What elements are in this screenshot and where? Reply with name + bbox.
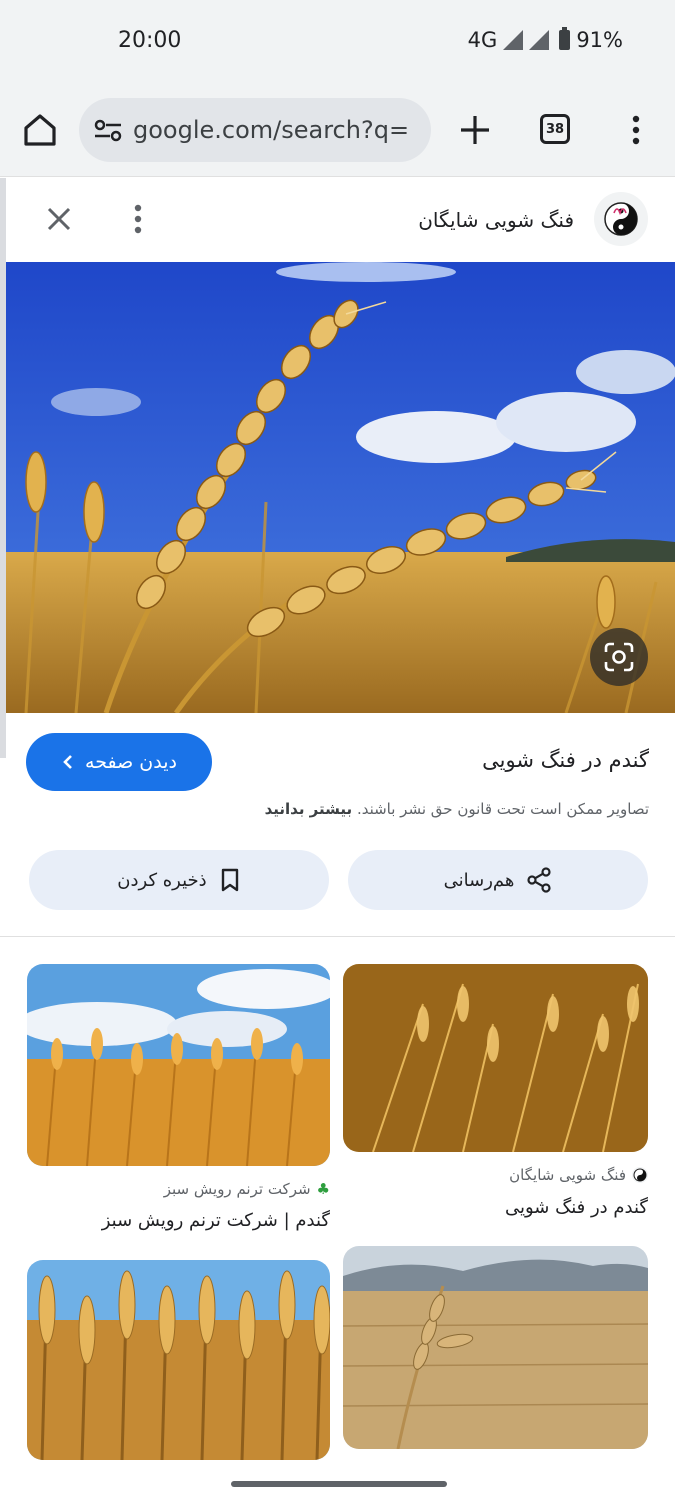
section-divider xyxy=(0,936,675,937)
plus-icon xyxy=(461,116,489,144)
signal-icon xyxy=(503,30,524,50)
battery-level: 91% xyxy=(576,28,623,52)
image-panel-header: فنگ شویی شایگان xyxy=(0,178,675,262)
gesture-nav-bar[interactable] xyxy=(231,1481,447,1487)
home-icon xyxy=(24,114,56,146)
tune-icon[interactable] xyxy=(93,117,123,143)
copyright-text: تصاویر ممکن است تحت قانون حق نشر باشند. xyxy=(356,800,649,818)
result-title[interactable]: گندم | شرکت ترنم رویش سبز xyxy=(102,1210,330,1231)
yin-yang-logo-icon xyxy=(632,1167,648,1183)
main-image[interactable] xyxy=(6,262,675,713)
wheat-thumbnail-4 xyxy=(27,1260,330,1460)
close-button[interactable] xyxy=(40,200,78,238)
bookmark-icon xyxy=(221,868,238,892)
lens-button[interactable] xyxy=(590,628,648,686)
signal-icon-2 xyxy=(529,30,550,50)
battery-icon xyxy=(559,27,571,50)
result-thumbnail[interactable] xyxy=(343,964,648,1152)
address-bar[interactable]: google.com/search?q= xyxy=(79,98,431,162)
image-title: گندم در فنگ شویی xyxy=(482,748,649,772)
visit-page-button[interactable]: دیدن صفحه xyxy=(26,733,212,791)
result-source-name: فنگ شویی شایگان xyxy=(509,1166,626,1184)
share-label: هم‌رسانی xyxy=(443,869,515,891)
tab-switcher-button[interactable]: 38 xyxy=(540,114,570,144)
wheat-thumbnail-2 xyxy=(27,964,330,1166)
copyright-notice: تصاویر ممکن است تحت قانون حق نشر باشند. … xyxy=(265,800,649,818)
lens-icon xyxy=(604,642,634,672)
more-vert-icon xyxy=(632,115,640,145)
close-icon xyxy=(47,207,71,231)
clover-logo-icon: ♣ xyxy=(316,1180,330,1198)
result-thumbnail[interactable] xyxy=(343,1246,648,1449)
yin-yang-logo-icon xyxy=(604,202,638,236)
status-time: 20:00 xyxy=(118,28,182,53)
browser-menu-button[interactable] xyxy=(622,108,650,152)
new-tab-button[interactable] xyxy=(455,108,495,152)
status-icons: 4G 91% xyxy=(467,27,623,52)
result-source[interactable]: ♣ شرکت ترنم رویش سبز xyxy=(164,1180,330,1198)
learn-more-link[interactable]: بیشتر بدانید xyxy=(265,800,353,818)
save-button[interactable]: ذخیره کردن xyxy=(29,850,329,910)
source-logo[interactable] xyxy=(594,192,648,246)
browser-toolbar: google.com/search?q= 38 xyxy=(0,88,675,177)
chevron-left-icon xyxy=(63,755,72,769)
result-thumbnail[interactable] xyxy=(27,1260,330,1460)
more-vert-icon xyxy=(134,204,142,234)
result-source-name: شرکت ترنم رویش سبز xyxy=(163,1180,311,1198)
home-button[interactable] xyxy=(18,108,62,152)
source-name[interactable]: فنگ شویی شایگان xyxy=(418,208,574,232)
result-source[interactable]: فنگ شویی شایگان xyxy=(509,1166,648,1184)
wheat-thumbnail-1 xyxy=(343,964,648,1152)
result-thumbnail[interactable] xyxy=(27,964,330,1166)
tab-count: 38 xyxy=(545,121,565,137)
wheat-thumbnail-3 xyxy=(343,1246,648,1449)
wheat-field-photo xyxy=(6,262,675,713)
result-title[interactable]: گندم در فنگ شویی xyxy=(505,1197,648,1218)
share-button[interactable]: هم‌رسانی xyxy=(348,850,648,910)
save-label: ذخیره کردن xyxy=(117,869,207,891)
url-text: google.com/search?q= xyxy=(133,116,410,144)
more-options-button[interactable] xyxy=(124,200,152,238)
network-label: 4G xyxy=(467,28,498,52)
visit-page-label: دیدن صفحه xyxy=(85,751,177,773)
status-bar: 20:00 4G 91% xyxy=(0,0,675,88)
share-icon xyxy=(527,867,551,893)
